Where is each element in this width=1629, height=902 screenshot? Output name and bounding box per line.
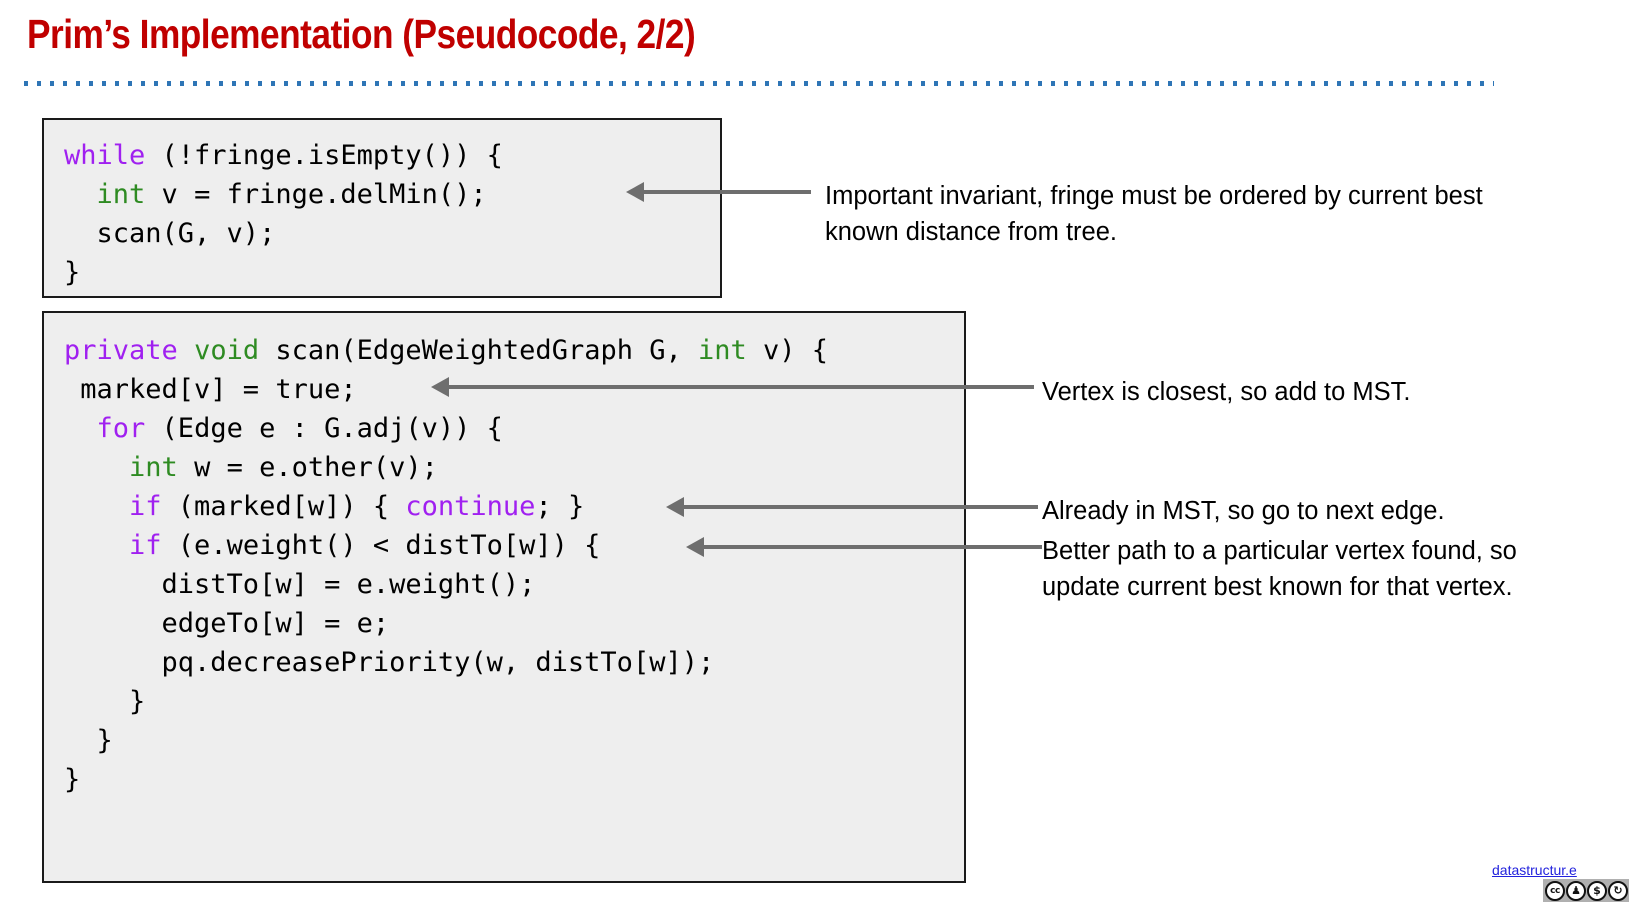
attribution-link[interactable]: datastructur.e bbox=[1492, 862, 1577, 878]
code-token-plain: (marked[w]) { bbox=[161, 491, 406, 522]
callout-arrow-continue bbox=[666, 497, 1038, 517]
annotation-already-in-mst: Already in MST, so go to next edge. bbox=[1042, 497, 1445, 525]
code-line: scan(G, v); bbox=[44, 214, 720, 253]
code-line: int v = fringe.delMin(); bbox=[44, 175, 720, 214]
title-divider bbox=[24, 81, 1494, 86]
page-title: Prim’s Implementation (Pseudocode, 2/2) bbox=[27, 11, 696, 57]
code-token-plain: (Edge e : G.adj(v)) { bbox=[145, 413, 503, 444]
code-line: private void scan(EdgeWeightedGraph G, i… bbox=[44, 331, 964, 370]
code-token-plain: marked[v] = true; bbox=[64, 374, 357, 405]
annotation-vertex-closest: Vertex is closest, so add to MST. bbox=[1042, 378, 1411, 406]
code-token-type: int bbox=[96, 179, 146, 210]
code-line: distTo[w] = e.weight(); bbox=[44, 565, 964, 604]
callout-arrow-invariant bbox=[626, 182, 811, 202]
code-token-plain: distTo[w] = e.weight(); bbox=[64, 569, 536, 600]
code-token-plain: scan(G, v); bbox=[64, 218, 276, 249]
code-token-plain: w = e.other(v); bbox=[177, 452, 438, 483]
code-token-type: int bbox=[698, 335, 747, 366]
creative-commons-license-badge[interactable]: cc ♟ $ ↻ bbox=[1543, 879, 1629, 902]
callout-arrow-marked bbox=[431, 377, 1034, 397]
code-token-keyword: if bbox=[129, 491, 162, 522]
code-token-keyword: private bbox=[64, 335, 178, 366]
annotation-invariant: Important invariant, fringe must be orde… bbox=[825, 182, 1483, 246]
code-block-prim-scan-method: private void scan(EdgeWeightedGraph G, i… bbox=[42, 311, 966, 883]
code-token-plain: } bbox=[64, 257, 81, 288]
code-token-plain: (!fringe.isEmpty()) { bbox=[145, 140, 503, 171]
code-block-prim-main-loop: while (!fringe.isEmpty()) { int v = frin… bbox=[42, 118, 722, 298]
cc-sa-share-alike-icon: ↻ bbox=[1608, 880, 1628, 901]
cc-icon: cc bbox=[1545, 880, 1565, 901]
code-token-plain: } bbox=[64, 764, 81, 795]
code-token-type: void bbox=[194, 335, 260, 366]
code-line: pq.decreasePriority(w, distTo[w]); bbox=[44, 643, 964, 682]
code-line: while (!fringe.isEmpty()) { bbox=[44, 136, 720, 175]
code-token-plain: edgeTo[w] = e; bbox=[64, 608, 390, 639]
code-token-plain: v = fringe.delMin(); bbox=[145, 179, 487, 210]
code-line: marked[v] = true; bbox=[44, 370, 964, 409]
callout-arrow-better-path bbox=[686, 537, 1042, 557]
code-token-type: int bbox=[129, 452, 178, 483]
code-line: } bbox=[44, 253, 720, 292]
code-line: } bbox=[44, 760, 964, 799]
cc-by-person-icon: ♟ bbox=[1566, 880, 1586, 901]
code-token-plain: scan(EdgeWeightedGraph G, bbox=[259, 335, 698, 366]
code-line: for (Edge e : G.adj(v)) { bbox=[44, 409, 964, 448]
code-line: } bbox=[44, 721, 964, 760]
code-token-plain: pq.decreasePriority(w, distTo[w]); bbox=[64, 647, 715, 678]
code-token-plain: (e.weight() < distTo[w]) { bbox=[161, 530, 601, 561]
code-token-plain: } bbox=[64, 725, 113, 756]
code-line: int w = e.other(v); bbox=[44, 448, 964, 487]
code-line: edgeTo[w] = e; bbox=[44, 604, 964, 643]
code-token-plain: v) { bbox=[746, 335, 829, 366]
code-line: } bbox=[44, 682, 964, 721]
cc-nc-no-money-icon: $ bbox=[1587, 880, 1607, 901]
code-token-keyword: if bbox=[129, 530, 162, 561]
annotation-better-path: Better path to a particular vertex found… bbox=[1042, 537, 1517, 601]
code-token-plain: } bbox=[64, 686, 146, 717]
code-token-keyword: while bbox=[64, 140, 146, 171]
code-token-keyword: for bbox=[96, 413, 146, 444]
code-token-plain: ; } bbox=[535, 491, 585, 522]
code-token-keyword: continue bbox=[405, 491, 536, 522]
